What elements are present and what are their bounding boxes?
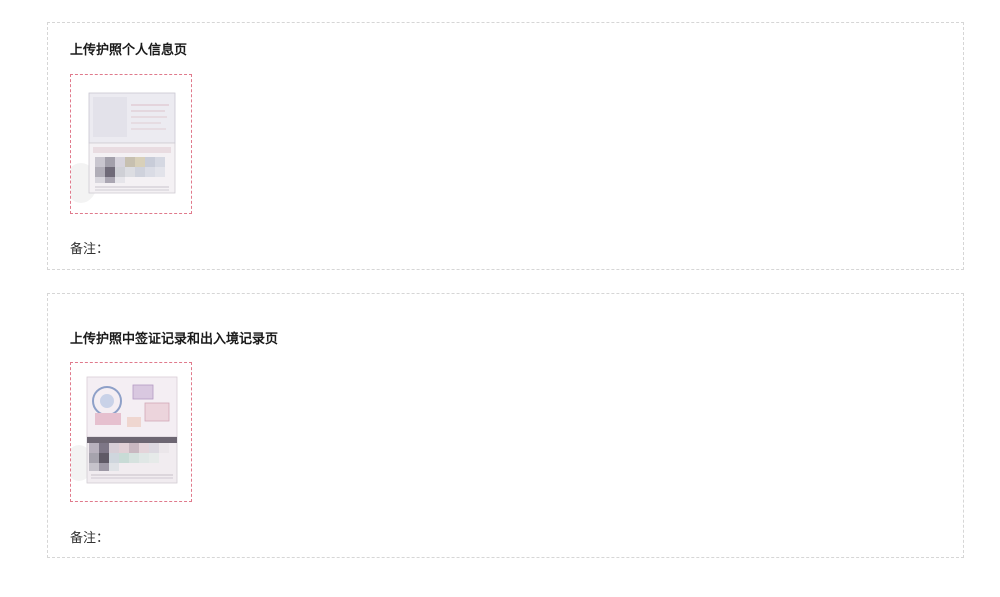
upload-section-passport-info: 上传护照个人信息页 备注： — [47, 22, 964, 270]
passport-visa-stamps-page-thumbnail — [71, 376, 178, 484]
upload-image-box[interactable] — [70, 362, 192, 502]
section-title: 上传护照个人信息页 — [70, 43, 188, 58]
section-title: 上传护照中签证记录和出入境记录页 — [70, 332, 279, 347]
upload-image-box[interactable] — [70, 74, 192, 214]
note-label: 备注： — [70, 242, 110, 257]
upload-section-passport-visa-records: 上传护照中签证记录和出入境记录页 备注： — [47, 293, 964, 558]
passport-info-page-thumbnail — [71, 92, 176, 203]
note-label: 备注： — [70, 531, 110, 546]
